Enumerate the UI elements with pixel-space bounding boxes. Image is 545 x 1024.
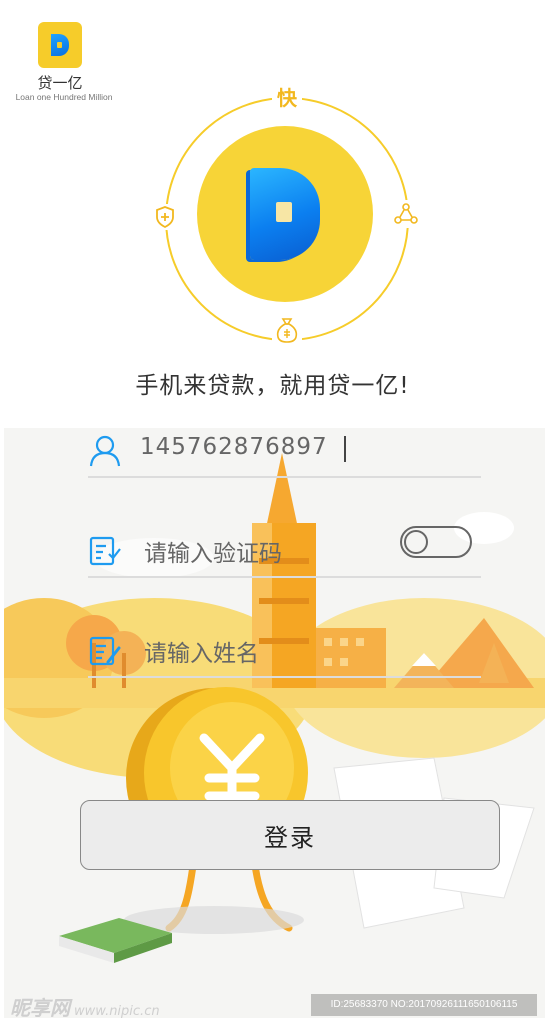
- orbit-top-char: 快: [272, 82, 302, 110]
- app-logo: [38, 22, 82, 68]
- center-logo-circle: [197, 126, 373, 302]
- slogan: 手机来贷款，就用贷一亿!: [135, 373, 410, 399]
- logo-d-mark: [51, 34, 69, 56]
- name-field[interactable]: 请输入姓名: [88, 626, 481, 678]
- watermark-id: ID:25683370 NO:20170926111650106115: [311, 994, 537, 1016]
- logo-title: 贷一亿: [37, 74, 83, 92]
- network-nodes-icon: [392, 200, 420, 228]
- money-bag-icon: [272, 314, 302, 346]
- toggle-knob: [404, 530, 428, 554]
- phone-field[interactable]: 145762876897: [88, 426, 481, 478]
- watermark-site-name: 昵享网: [10, 996, 70, 1020]
- user-icon: [89, 435, 121, 467]
- name-input[interactable]: 请输入姓名: [144, 634, 259, 668]
- verify-code-input[interactable]: 请输入验证码: [144, 534, 282, 568]
- phone-input[interactable]: 145762876897: [140, 434, 328, 460]
- logo-tagline: Loan one Hundred Million: [15, 92, 113, 102]
- verify-code-toggle[interactable]: [400, 526, 472, 558]
- shield-plus-icon: [152, 204, 178, 230]
- watermark-site: 昵享网 www.nipic.cn: [10, 992, 160, 1021]
- background-illustration: [4, 428, 545, 1018]
- watermark-url: www.nipic.cn: [74, 1004, 160, 1019]
- verify-code-icon: [89, 536, 121, 566]
- text-cursor: [344, 436, 346, 462]
- edit-document-icon: [89, 636, 121, 666]
- login-button[interactable]: 登录: [80, 800, 500, 870]
- verify-code-field[interactable]: 请输入验证码: [88, 526, 481, 578]
- city-coin-illustration: [4, 453, 545, 963]
- big-d-logo: [250, 168, 320, 260]
